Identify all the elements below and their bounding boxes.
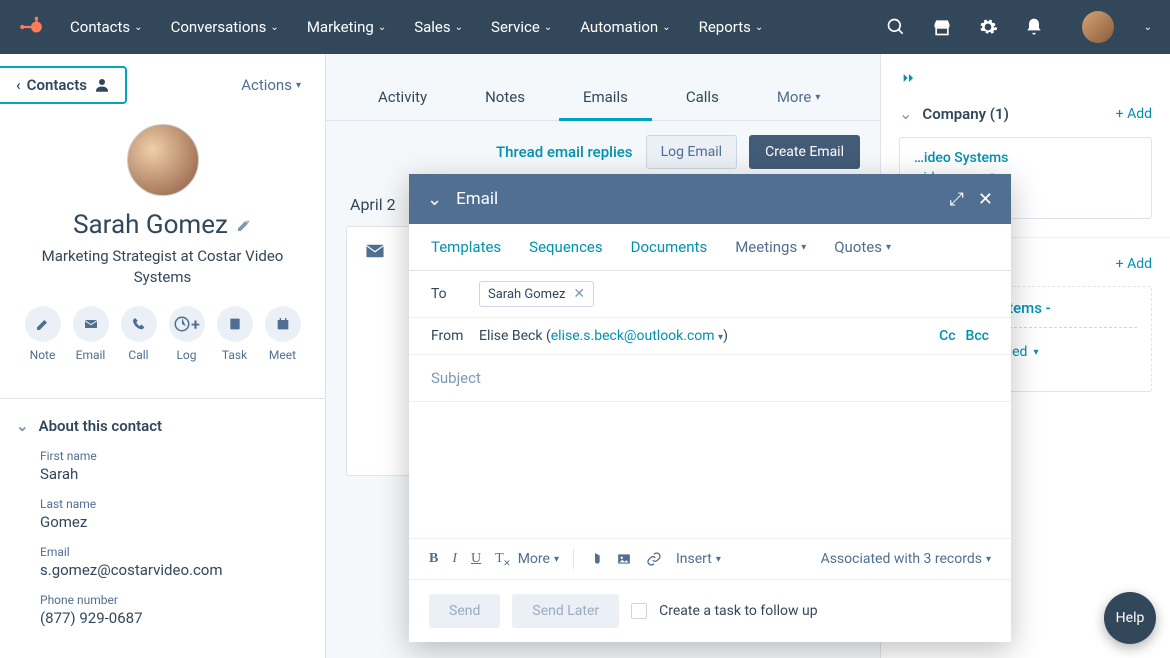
send-later-button[interactable]: Send Later: [512, 594, 619, 628]
user-menu-caret[interactable]: ⌄: [1144, 22, 1152, 33]
compose-email-panel: ⌄ Email ⤢ ✕ Templates Sequences Document…: [409, 174, 1011, 642]
last-name-value[interactable]: Gomez: [40, 513, 285, 531]
nav-sales[interactable]: Sales⌄: [414, 18, 463, 36]
back-contacts-button[interactable]: ‹ Contacts: [0, 66, 127, 104]
qa-log-button[interactable]: +: [169, 306, 205, 342]
image-icon[interactable]: [616, 552, 632, 566]
search-icon[interactable]: [886, 17, 906, 37]
close-icon[interactable]: ✕: [978, 189, 993, 210]
associated-records-dropdown[interactable]: Associated with 3 records▾: [821, 551, 991, 567]
expand-icon[interactable]: ⤢: [950, 189, 964, 210]
qa-note-button[interactable]: [25, 306, 61, 342]
hubspot-logo-icon[interactable]: [18, 14, 44, 40]
contact-avatar[interactable]: [127, 124, 199, 196]
templates-tab[interactable]: Templates: [431, 238, 501, 256]
sequences-tab[interactable]: Sequences: [529, 238, 602, 256]
nav-reports[interactable]: Reports⌄: [699, 18, 764, 36]
back-label: Contacts: [27, 76, 87, 94]
quick-actions: Note Email Call +Log Task Meet: [20, 306, 305, 362]
nav-conversations[interactable]: Conversations⌄: [171, 18, 279, 36]
qa-meet-button[interactable]: [265, 306, 301, 342]
send-button[interactable]: Send: [429, 594, 500, 628]
minimize-icon[interactable]: ⌄: [427, 189, 442, 210]
tab-activity[interactable]: Activity: [354, 78, 451, 120]
help-button[interactable]: Help: [1104, 592, 1156, 644]
clear-format-icon[interactable]: T✕: [495, 551, 504, 567]
documents-tab[interactable]: Documents: [631, 238, 708, 256]
tab-notes[interactable]: Notes: [461, 78, 549, 120]
italic-icon[interactable]: I: [452, 551, 457, 567]
gear-icon[interactable]: [978, 17, 998, 37]
compose-body[interactable]: [409, 402, 1011, 538]
recipient-chip[interactable]: Sarah Gomez✕: [479, 281, 594, 307]
chevron-down-icon: ⌄: [16, 417, 29, 435]
underline-icon[interactable]: U: [471, 551, 481, 567]
marketplace-icon[interactable]: [932, 17, 952, 37]
nav-service[interactable]: Service⌄: [491, 18, 552, 36]
log-email-button[interactable]: Log Email: [646, 135, 738, 169]
edit-icon[interactable]: [236, 217, 252, 233]
create-email-button[interactable]: Create Email: [749, 135, 860, 169]
actions-dropdown[interactable]: Actions▾: [241, 76, 301, 94]
nav-contacts[interactable]: Contacts⌄: [70, 18, 143, 36]
meetings-dropdown[interactable]: Meetings▾: [735, 238, 806, 256]
top-nav: Contacts⌄ Conversations⌄ Marketing⌄ Sale…: [0, 0, 1170, 54]
tab-emails[interactable]: Emails: [559, 78, 652, 120]
bcc-button[interactable]: Bcc: [966, 328, 989, 344]
nav-icons: ⌄: [886, 11, 1152, 43]
chevron-down-icon[interactable]: ⌄: [899, 104, 912, 123]
followup-checkbox[interactable]: [631, 603, 647, 619]
left-panel: ‹ Contacts Actions▾ Sarah Gomez Marketin…: [0, 54, 326, 658]
about-section-header[interactable]: ⌄ About this contact: [0, 399, 325, 449]
user-avatar[interactable]: [1082, 11, 1114, 43]
from-email-dropdown[interactable]: elise.s.beck@outlook.com ▾: [551, 328, 723, 344]
email-value[interactable]: s.gomez@costarvideo.com: [40, 561, 285, 579]
tab-more[interactable]: More▾: [753, 78, 845, 120]
activity-tabs: Activity Notes Emails Calls More▾: [326, 54, 880, 121]
qa-task-button[interactable]: [217, 306, 253, 342]
qa-call-button[interactable]: [121, 306, 157, 342]
qa-email-button[interactable]: [73, 306, 109, 342]
contact-name: Sarah Gomez: [73, 210, 252, 240]
attach-icon[interactable]: [588, 551, 602, 567]
first-name-value[interactable]: Sarah: [40, 465, 285, 483]
add-company-button[interactable]: + Add: [1116, 106, 1152, 122]
cc-button[interactable]: Cc: [939, 328, 955, 344]
bell-icon[interactable]: [1024, 17, 1044, 37]
nav-marketing[interactable]: Marketing⌄: [307, 18, 386, 36]
thread-replies-link[interactable]: Thread email replies: [496, 143, 633, 161]
nav-items: Contacts⌄ Conversations⌄ Marketing⌄ Sale…: [70, 18, 886, 36]
insert-dropdown[interactable]: Insert▾: [676, 551, 721, 567]
quotes-dropdown[interactable]: Quotes▾: [834, 238, 891, 256]
compose-title: Email: [456, 189, 935, 209]
bold-icon[interactable]: B: [429, 551, 438, 567]
nav-automation[interactable]: Automation⌄: [580, 18, 670, 36]
add-deal-button[interactable]: + Add: [1116, 256, 1152, 272]
chevron-left-icon: ‹: [16, 76, 21, 94]
contact-role: Marketing Strategist at Costar Video Sys…: [20, 246, 305, 288]
toolbar-more-dropdown[interactable]: More▾: [518, 551, 559, 567]
link-icon[interactable]: [646, 551, 662, 567]
subject-input[interactable]: Subject: [409, 355, 1011, 402]
tab-calls[interactable]: Calls: [662, 78, 743, 120]
collapse-right-icon[interactable]: [881, 66, 1170, 96]
phone-value[interactable]: (877) 929-0687: [40, 609, 285, 627]
company-section-title: Company (1): [922, 105, 1105, 123]
remove-chip-icon[interactable]: ✕: [573, 286, 585, 302]
person-icon: [93, 76, 111, 94]
email-icon: [365, 244, 387, 260]
